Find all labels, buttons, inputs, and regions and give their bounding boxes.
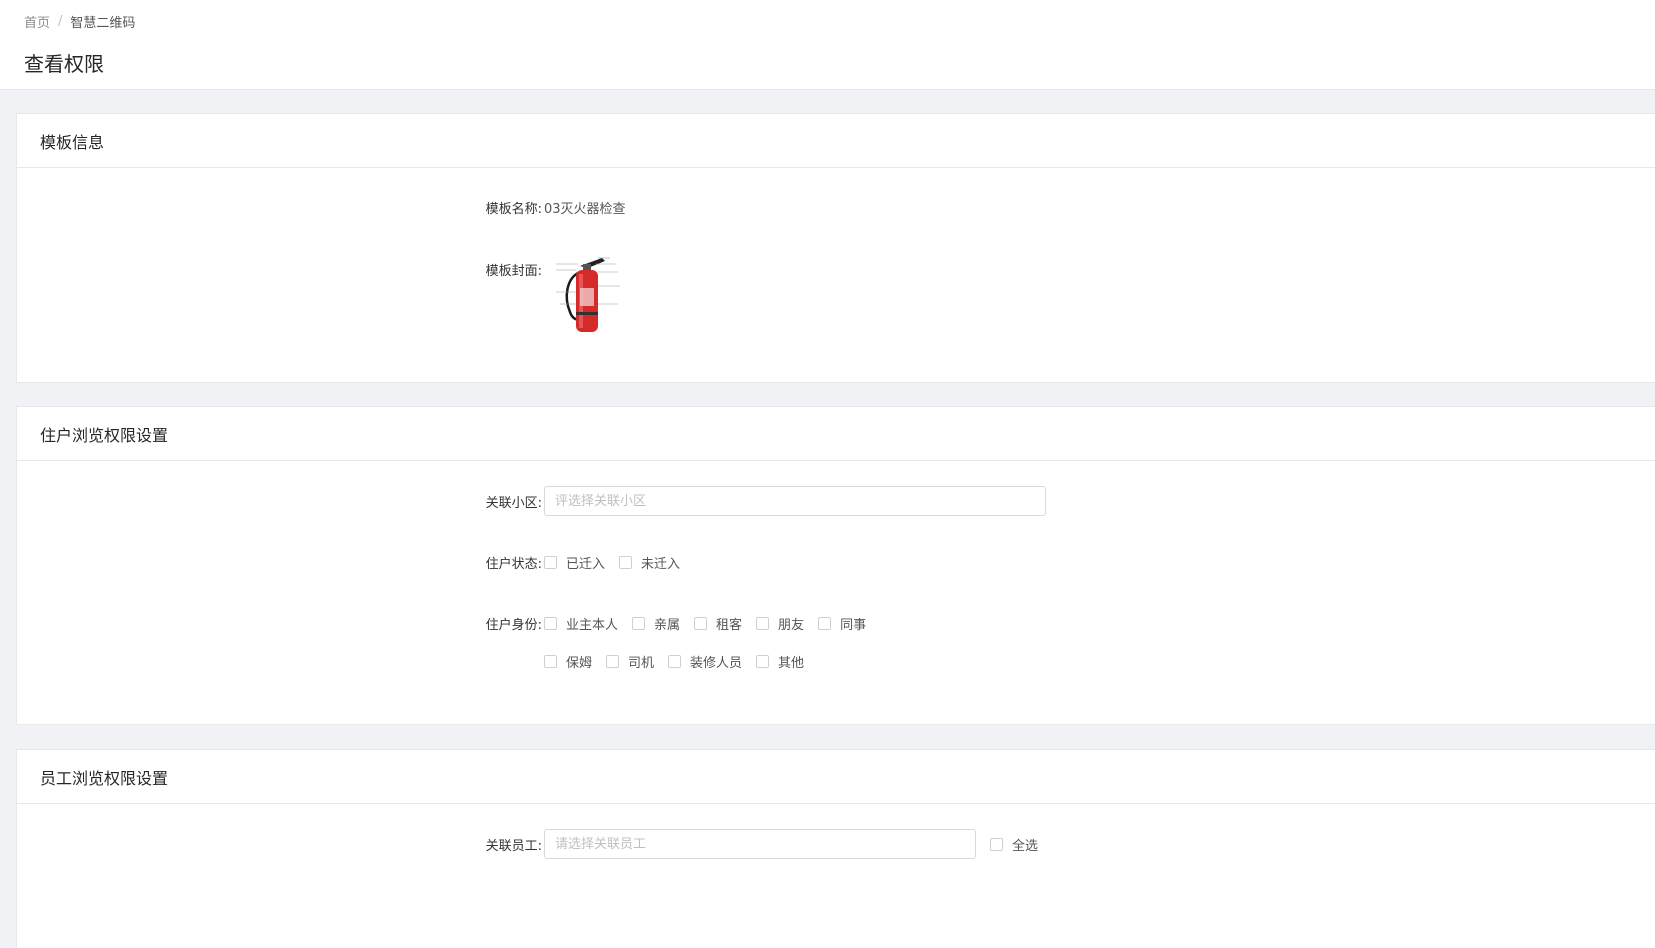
checkbox-select-all[interactable]: 全选	[990, 835, 1038, 854]
resident-status-row: 住户状态: 已迁入 未迁入	[477, 553, 694, 572]
template-cover-label: 模板封面:	[485, 264, 542, 279]
identity-options-row1: 业主本人 亲属 租客 朋友 同事	[544, 614, 880, 633]
checkbox-status-moved-in[interactable]: 已迁入	[544, 553, 605, 572]
template-name-row: 模板名称: 03灭火器检查	[477, 198, 626, 217]
resident-identity-label: 住户身份:	[485, 618, 542, 633]
checkbox-box[interactable]	[544, 556, 557, 569]
community-select-input[interactable]	[544, 486, 1046, 516]
staff-row: 关联员工: 全选	[477, 829, 1052, 859]
checkbox-identity-friend[interactable]: 朋友	[756, 614, 804, 633]
checkbox-label: 保姆	[566, 656, 593, 671]
checkbox-label: 同事	[840, 618, 867, 633]
resident-settings-card: 住户浏览权限设置 关联小区: 住户状态: 已迁入 未迁入 住户身份: 业主本人 …	[16, 406, 1655, 725]
checkbox-label: 全选	[1012, 838, 1039, 854]
checkbox-box[interactable]	[632, 617, 646, 630]
checkbox-box[interactable]	[544, 617, 557, 630]
checkbox-box[interactable]	[756, 617, 770, 630]
page-header: 首页 / 智慧二维码 查看权限	[0, 0, 1655, 90]
template-info-title: 模板信息	[17, 114, 1655, 168]
checkbox-status-not-moved-in[interactable]: 未迁入	[619, 553, 680, 572]
checkbox-box[interactable]	[694, 617, 708, 630]
resident-status-label: 住户状态:	[485, 557, 542, 572]
community-row: 关联小区:	[477, 486, 1046, 516]
breadcrumb-home[interactable]: 首页	[24, 12, 50, 31]
checkbox-box[interactable]	[619, 556, 633, 569]
checkbox-label: 租客	[716, 618, 743, 633]
status-options: 已迁入 未迁入	[544, 553, 694, 572]
checkbox-label: 朋友	[778, 618, 805, 633]
checkbox-identity-decorator[interactable]: 装修人员	[668, 652, 742, 671]
checkbox-identity-owner[interactable]: 业主本人	[544, 614, 618, 633]
checkbox-box[interactable]	[756, 655, 770, 668]
breadcrumb-current: 智慧二维码	[70, 16, 136, 31]
checkbox-label: 司机	[628, 656, 655, 671]
checkbox-identity-driver[interactable]: 司机	[606, 652, 654, 671]
checkbox-label: 其他	[778, 656, 805, 671]
checkbox-box[interactable]	[544, 655, 557, 668]
checkbox-label: 亲属	[654, 618, 681, 633]
staff-label: 关联员工:	[485, 838, 542, 854]
staff-select-input[interactable]	[544, 829, 976, 859]
checkbox-box[interactable]	[606, 655, 620, 668]
checkbox-identity-tenant[interactable]: 租客	[694, 614, 742, 633]
checkbox-box[interactable]	[990, 837, 1003, 851]
template-info-card: 模板信息 模板名称: 03灭火器检查 模板封面:	[16, 113, 1655, 383]
staff-settings-title: 员工浏览权限设置	[17, 750, 1655, 804]
staff-settings-card: 员工浏览权限设置 关联员工: 全选	[16, 749, 1655, 948]
checkbox-label: 已迁入	[566, 557, 606, 572]
community-label: 关联小区:	[485, 495, 542, 511]
page-title: 查看权限	[24, 52, 104, 76]
checkbox-identity-colleague[interactable]: 同事	[818, 614, 866, 633]
breadcrumb: 首页 / 智慧二维码	[24, 12, 135, 31]
checkbox-box[interactable]	[668, 655, 682, 668]
checkbox-label: 装修人员	[690, 656, 743, 671]
checkbox-identity-other[interactable]: 其他	[756, 652, 804, 671]
template-cover-row: 模板封面:	[477, 250, 642, 336]
checkbox-box[interactable]	[818, 617, 832, 630]
template-name-value: 03灭火器检查	[544, 202, 626, 217]
breadcrumb-separator: /	[58, 14, 63, 29]
checkbox-identity-relative[interactable]: 亲属	[632, 614, 680, 633]
template-name-label: 模板名称:	[485, 202, 542, 217]
resident-identity-row: 住户身份: 业主本人 亲属 租客 朋友 同事	[477, 614, 880, 633]
resident-settings-title: 住户浏览权限设置	[17, 407, 1655, 461]
identity-options-row2: 保姆 司机 装修人员 其他	[544, 652, 818, 671]
checkbox-identity-nanny[interactable]: 保姆	[544, 652, 592, 671]
checkbox-label: 未迁入	[641, 557, 681, 572]
fire-extinguisher-image	[550, 250, 642, 336]
checkbox-label: 业主本人	[566, 618, 619, 633]
